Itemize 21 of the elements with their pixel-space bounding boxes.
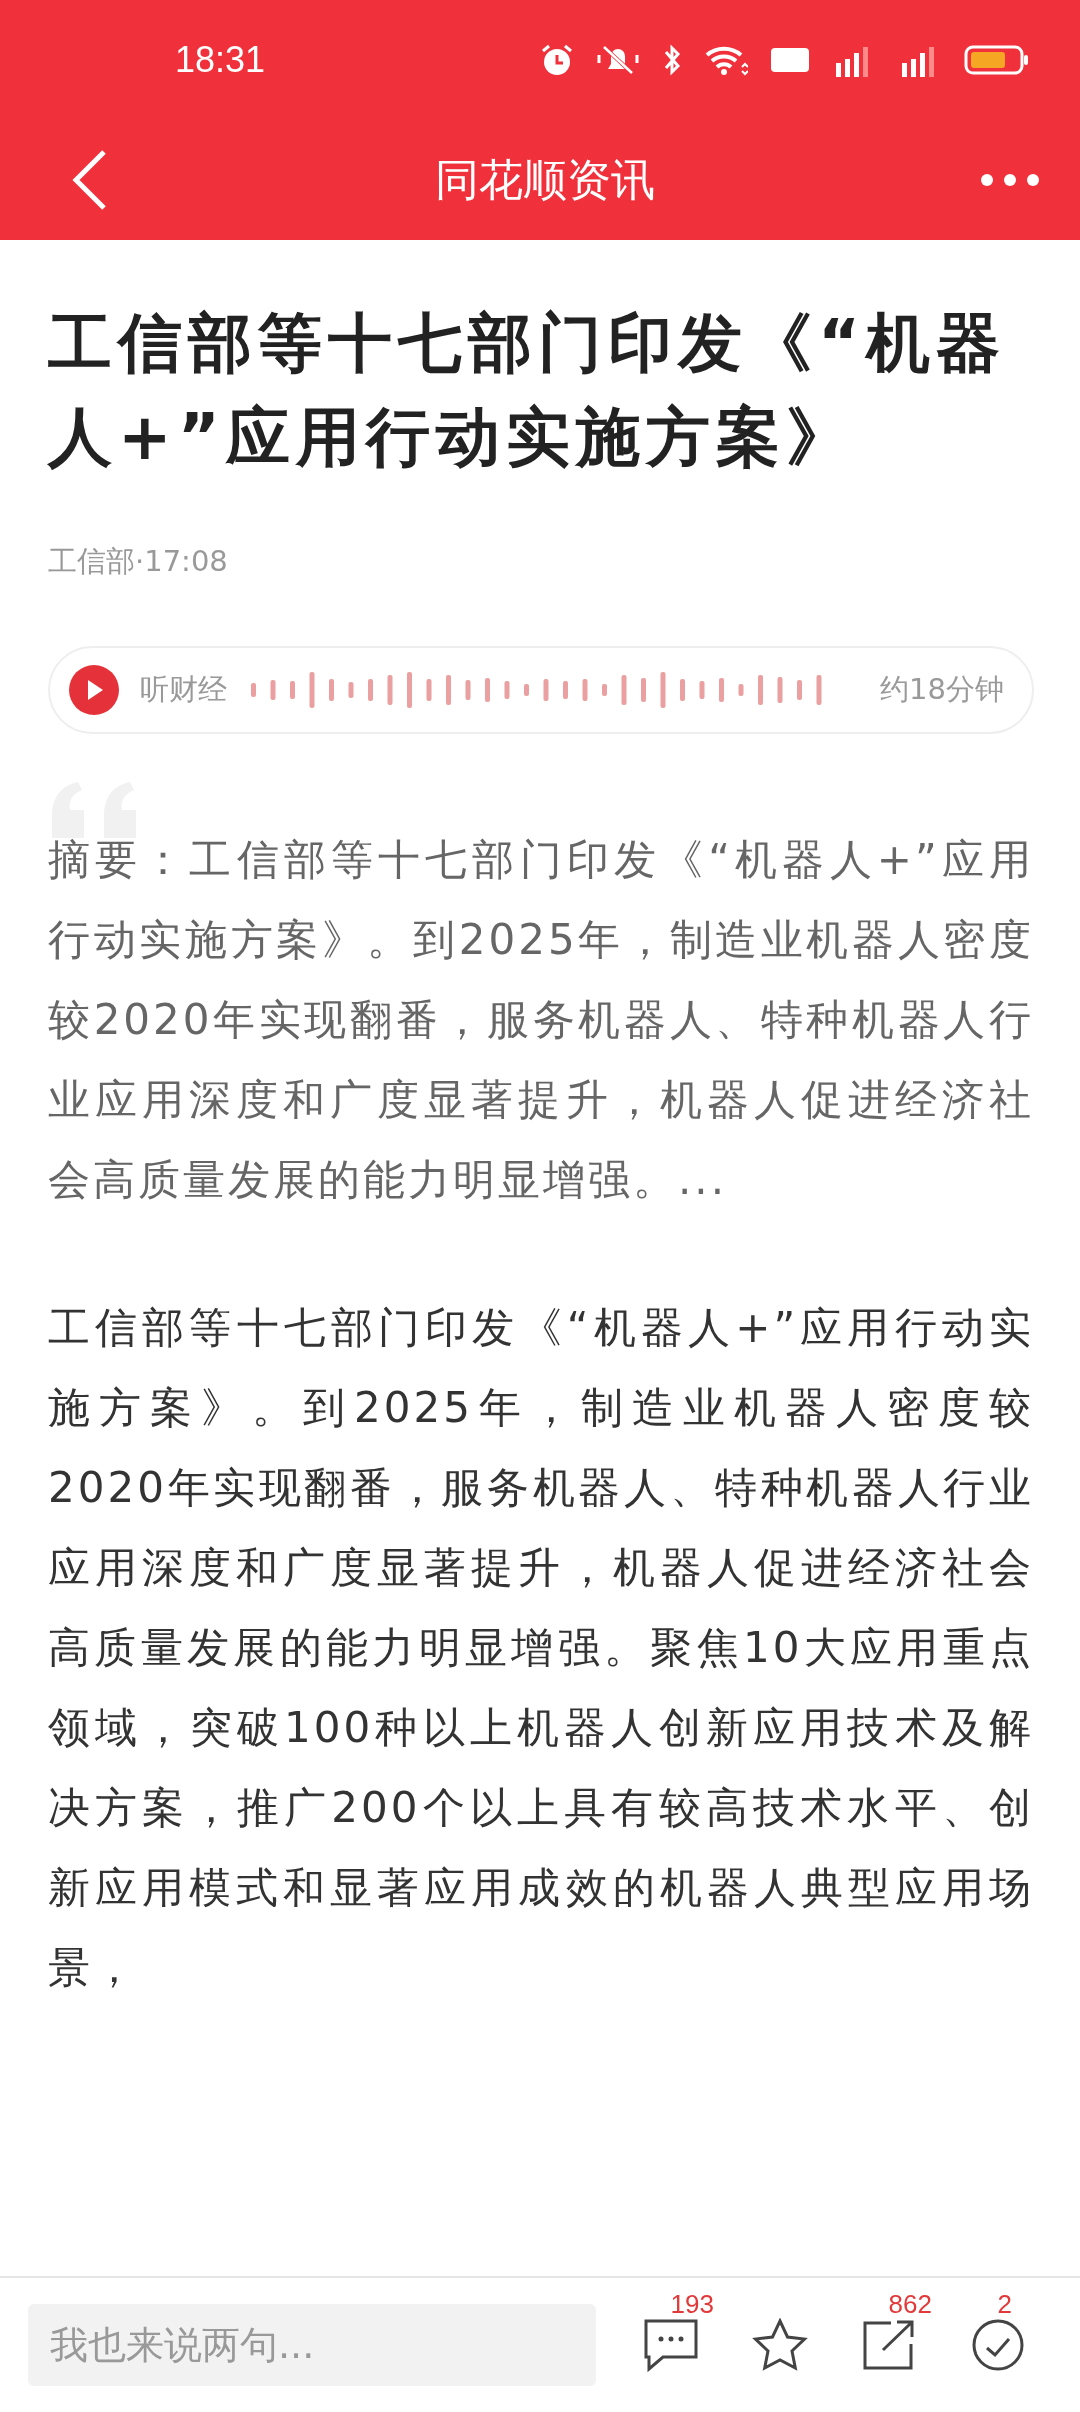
summary-text: 摘要：工信部等十七部门印发《“机器人+”应用行动实施方案》。到2025年，制造业机器人密度较2020年实现翻番，服务机器人、特种机器人行业应用深度和广度显著提升，机器人促进经济社会高质量发展的能力明显增强。... [48,834,1034,1206]
article-body: 工信部等十七部门印发《“机器人+”应用行动实施方案》。到2025年，制造业机器人密度较2020年实现翻番，服务机器人、特种机器人行业应用深度和广度显著提升，机器人促进经济社会高质量发展的能力明显增强。聚焦10大应用重点领域，突破100种以上机器人创新应用技术及解决方案，推广200个以上具有较高技术水平、创新应用模式和显著应用成效的机器人典型应用场景， [48,1302,1034,1994]
play-icon [68,664,120,716]
article-title: 工信部等十七部门印发《“机器人+”应用行动实施方案》 [48,305,1008,476]
more-button[interactable] [980,173,1040,187]
star-icon [751,2318,808,2372]
page-title: 同花顺资讯 [435,152,655,207]
status-time: 18:31 [175,39,266,81]
article-source: 工信部·17:08 [48,543,229,580]
audio-duration: 约18分钟 [880,671,1004,708]
comment-input[interactable]: 我也来说两句... [28,2304,596,2386]
mute-bell-icon [596,43,640,77]
battery-icon [964,45,1030,75]
audio-label: 听财经 [140,671,227,708]
count-label: 2 [997,2289,1012,2320]
count-label: 193 [670,2289,714,2320]
audio-player[interactable]: 听财经 约18分钟 [48,646,1034,734]
count-label: 862 [888,2289,932,2320]
bluetooth-icon [662,43,682,77]
alarm-icon [540,43,574,77]
comment-icon [642,2318,699,2372]
